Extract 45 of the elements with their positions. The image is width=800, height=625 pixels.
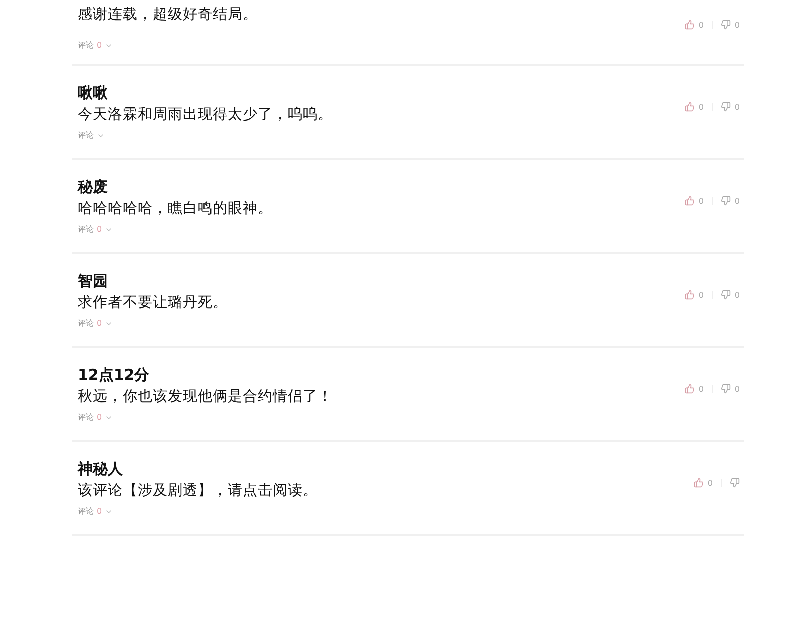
thumbs-down-icon[interactable]: [720, 384, 731, 394]
comment-text: 哈哈哈哈哈，瞧白鸣的眼神。: [78, 200, 273, 219]
comment-author: 神秘人: [78, 459, 124, 480]
reply-count: 0: [97, 507, 102, 516]
thumbs-up-icon[interactable]: [684, 102, 695, 112]
reply-count: 0: [97, 413, 102, 422]
thumbs-up-icon[interactable]: [684, 384, 695, 394]
reply-count: 0: [97, 225, 102, 234]
reply-link[interactable]: 评论: [78, 506, 94, 517]
reply-count: 0: [97, 41, 102, 50]
like-count: 0: [698, 102, 704, 112]
comment-author: 秘废: [78, 177, 109, 198]
comment-text: 求作者不要让璐丹死。: [78, 294, 228, 313]
dislike-count: 0: [734, 20, 740, 30]
thumbs-down-icon[interactable]: [720, 102, 731, 112]
dislike-count: 0: [734, 102, 740, 112]
reply-link[interactable]: 评论: [78, 318, 94, 329]
comment-author: 智园: [78, 271, 109, 292]
thumbs-up-icon[interactable]: [684, 290, 695, 300]
comment-author: 啾啾: [78, 83, 109, 104]
dislike-count: 0: [734, 384, 740, 394]
comment-text: 今天洛霖和周雨出现得太少了，呜呜。: [78, 106, 333, 125]
like-count: 0: [698, 290, 704, 300]
comment-author: 12点12分: [78, 365, 151, 386]
reply-link[interactable]: 评论: [78, 224, 94, 235]
comment-text: 该评论【涉及剧透】，请点击阅读。: [78, 482, 318, 501]
thumbs-up-icon[interactable]: [684, 196, 695, 206]
like-count: 0: [698, 384, 704, 394]
reply-link[interactable]: 评论: [78, 412, 94, 423]
thumbs-up-icon[interactable]: [684, 20, 695, 30]
thumbs-down-icon[interactable]: [730, 478, 740, 488]
thumbs-up-icon[interactable]: [694, 478, 704, 488]
dislike-count: 0: [734, 290, 740, 300]
like-count: 0: [708, 478, 713, 488]
comment-text: 感谢连载，超级好奇结局。: [78, 6, 258, 25]
comment-text: 秋远，你也该发现他俩是合约情侣了！: [78, 388, 333, 407]
thumbs-down-icon[interactable]: [720, 290, 731, 300]
like-count: 0: [698, 20, 704, 30]
like-count: 0: [698, 196, 704, 206]
reply-link[interactable]: 评论: [78, 40, 94, 51]
reply-count: 0: [97, 319, 102, 328]
thumbs-down-icon[interactable]: [720, 196, 731, 206]
thumbs-down-icon[interactable]: [720, 20, 731, 30]
dislike-count: 0: [734, 196, 740, 206]
reply-link[interactable]: 评论: [78, 130, 94, 141]
